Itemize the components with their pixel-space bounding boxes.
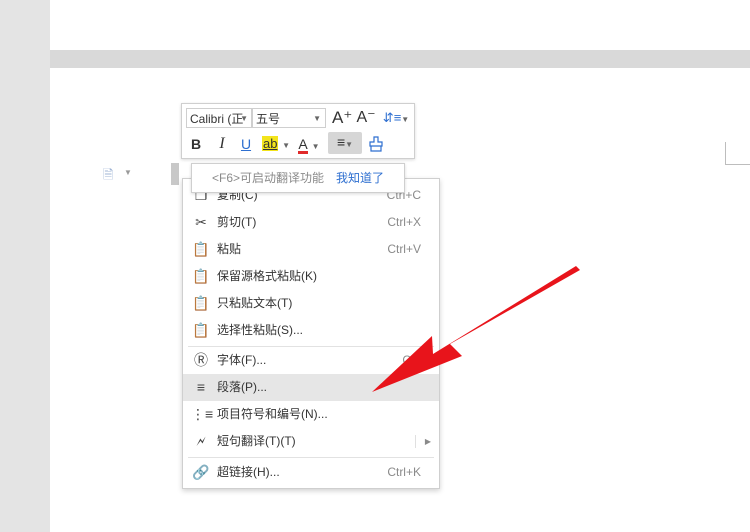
paragraph-options-icon[interactable]: 🗎 (103, 166, 113, 188)
chevron-down-icon: ▼ (311, 142, 320, 151)
menu-item-label: 保留源格式粘贴(K) (217, 269, 317, 283)
menu-item-bullets-numbering[interactable]: ⋮≡ 项目符号和编号(N)... (183, 401, 439, 428)
menu-item-label: 项目符号和编号(N)... (217, 407, 328, 421)
menu-item-paste-special[interactable]: 📋 选择性粘贴(S)... (183, 317, 439, 344)
chevron-right-icon: ▶ (424, 437, 431, 446)
menu-item-label: 超链接(H)... (217, 465, 280, 479)
chevron-down-icon: ▼ (345, 140, 354, 149)
underline-button[interactable]: U (238, 134, 254, 154)
paste-icon: 📋 (192, 241, 210, 257)
line-spacing-icon: ⇵≡ (382, 110, 402, 125)
menu-item-shortcut: Ctrl+K (387, 465, 421, 479)
highlight-label: ab (261, 136, 279, 151)
paragraph-icon: ≡ (196, 379, 206, 395)
font-name-value: Calibri (正 (190, 112, 244, 126)
highlight-button[interactable]: ab ▼ (261, 134, 291, 154)
previous-page (50, 0, 750, 50)
scissors-icon: ✂ (195, 214, 207, 230)
paste-text-only-icon: 📋 (192, 295, 210, 311)
menu-item-font[interactable]: Ⓡ 字体(F)... Ctrl (183, 347, 439, 374)
left-gutter (0, 0, 50, 532)
shrink-font-button[interactable]: A⁻ (356, 108, 376, 128)
translate-icon: 🗲 (196, 433, 206, 449)
menu-item-label: 粘贴 (217, 242, 242, 256)
bullet-list-icon: ⋮≡ (191, 406, 214, 422)
menu-separator (188, 457, 434, 458)
menu-item-label: 只粘贴文本(T) (217, 296, 293, 310)
italic-button[interactable]: I (214, 134, 230, 154)
menu-item-cut[interactable]: ✂ 剪切(T) Ctrl+X (183, 209, 439, 236)
menu-item-paragraph[interactable]: ≡ 段落(P)... (183, 374, 439, 401)
menu-item-label: 短句翻译(T)(T) (217, 434, 296, 448)
chevron-down-icon: ▼ (401, 115, 410, 124)
submenu-divider (415, 435, 416, 448)
chevron-down-icon: ▼ (240, 114, 248, 123)
context-menu: ❐ 复制(C) Ctrl+C ✂ 剪切(T) Ctrl+X 📋 粘贴 Ctrl+… (182, 178, 440, 489)
menu-item-translate[interactable]: 🗲 短句翻译(T)(T) ▶ (183, 428, 439, 455)
menu-item-shortcut: Ctrl+V (387, 242, 421, 256)
menu-item-paste-keep-format[interactable]: 📋 保留源格式粘贴(K) (183, 263, 439, 290)
font-color-button[interactable]: A ▼ (296, 134, 322, 154)
mini-format-toolbar: Calibri (正 ▼ 五号 ▼ A⁺ A⁻ ⇵≡▼ B I U ab ▼ A… (181, 103, 415, 159)
align-button[interactable]: ≡▼ (328, 132, 362, 154)
paste-keep-format-icon: 📋 (192, 268, 210, 284)
menu-item-shortcut: Ctrl+X (387, 215, 421, 229)
menu-item-label: 剪切(T) (217, 215, 257, 229)
font-icon: Ⓡ (194, 352, 208, 368)
link-icon: 🔗 (192, 464, 210, 480)
paste-special-icon: 📋 (192, 322, 210, 338)
format-painter-icon (369, 136, 383, 152)
align-justify-icon: ≡ (336, 134, 346, 150)
chevron-down-icon: ▼ (282, 141, 290, 150)
font-size-value: 五号 (256, 112, 281, 126)
line-spacing-button[interactable]: ⇵≡▼ (382, 108, 410, 128)
translate-hint-text: <F6>可启动翻译功能 (212, 171, 325, 185)
margin-corner-right (725, 142, 750, 165)
menu-item-label: 段落(P)... (217, 380, 267, 394)
menu-item-paste[interactable]: 📋 粘贴 Ctrl+V (183, 236, 439, 263)
grow-font-button[interactable]: A⁺ (332, 108, 352, 128)
translate-hint-tooltip: <F6>可启动翻译功能 我知道了 (191, 163, 405, 193)
text-selection (171, 163, 179, 185)
menu-item-label: 选择性粘贴(S)... (217, 323, 303, 337)
bold-button[interactable]: B (188, 134, 204, 154)
menu-item-hyperlink[interactable]: 🔗 超链接(H)... Ctrl+K (183, 459, 439, 486)
got-it-link[interactable]: 我知道了 (336, 164, 384, 192)
page-gap (50, 50, 750, 68)
menu-item-paste-text-only[interactable]: 📋 只粘贴文本(T) (183, 290, 439, 317)
chevron-down-icon[interactable]: ▼ (124, 168, 132, 177)
font-name-select[interactable]: Calibri (正 ▼ (186, 108, 252, 128)
menu-item-label: 字体(F)... (217, 353, 267, 367)
font-size-select[interactable]: 五号 ▼ (252, 108, 326, 128)
menu-item-shortcut: Ctrl (402, 353, 421, 367)
font-color-label: A (298, 136, 308, 154)
format-painter-button[interactable] (366, 134, 386, 154)
chevron-down-icon: ▼ (313, 114, 321, 123)
